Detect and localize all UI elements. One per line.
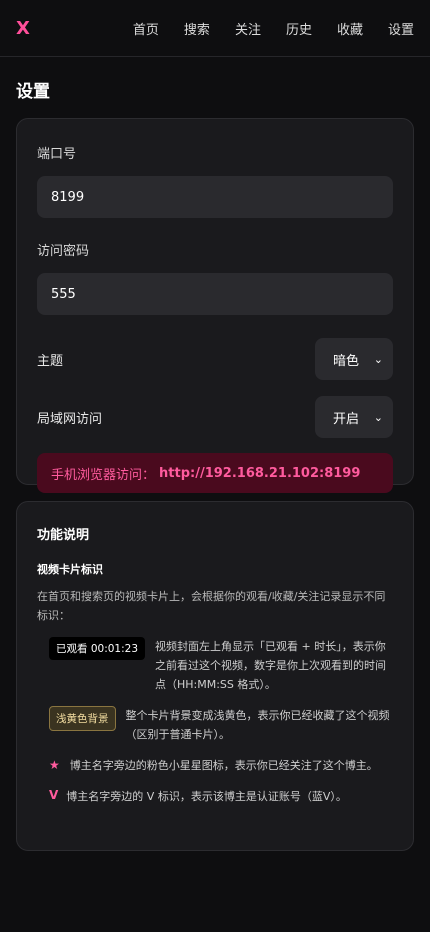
lan-url-prefix: 手机浏览器访问：: [51, 467, 156, 483]
lan-url-link[interactable]: http://192.168.21.102:8199: [159, 466, 360, 481]
star-icon: ★: [49, 758, 60, 772]
lan-label: 局域网访问: [37, 411, 103, 427]
help-item-watched: 已观看 00:01:23 视频封面左上角显示「已观看 + 时长」，表示你之前看过…: [37, 637, 393, 694]
app-logo[interactable]: X: [16, 18, 46, 39]
nav-history[interactable]: 历史: [286, 19, 312, 38]
favorite-badge: 浅黄色背景: [49, 706, 116, 731]
help-item-favorite: 浅黄色背景 整个卡片背景变成浅黄色，表示你已经收藏了这个视频（区别于普通卡片）。: [37, 706, 393, 744]
password-input[interactable]: 555: [37, 273, 393, 315]
page-title: 设置: [16, 82, 50, 102]
help-intro: 在首页和搜索页的视频卡片上，会根据你的观看/收藏/关注记录显示不同标识：: [37, 590, 386, 622]
nav-home[interactable]: 首页: [133, 19, 159, 38]
password-label: 访问密码: [37, 244, 90, 259]
lan-select-value: 开启: [333, 411, 360, 427]
nav-search[interactable]: 搜索: [184, 19, 210, 38]
chevron-down-icon: ⌄: [373, 352, 383, 366]
theme-row: 主题 暗色 ⌄: [37, 337, 393, 381]
watched-badge: 已观看 00:01:23: [49, 637, 145, 660]
help-card: 功能说明 视频卡片标识 在首页和搜索页的视频卡片上，会根据你的观看/收藏/关注记…: [16, 501, 414, 851]
help-item-text: 整个卡片背景变成浅黄色，表示你已经收藏了这个视频（区别于普通卡片）。: [125, 709, 390, 741]
help-section-title: 视频卡片标识: [37, 563, 103, 576]
settings-card: 端口号 8199 访问密码 555 主题 暗色 ⌄ 局域网访问 开启 ⌄ 手机浏…: [16, 118, 414, 493]
verified-v-icon: V: [49, 788, 59, 802]
chevron-down-icon: ⌄: [373, 410, 383, 424]
help-item-text: 博主名字旁边的粉色小星星图标，表示你已经关注了这个博主。: [69, 759, 378, 772]
lan-url-banner: 手机浏览器访问： http://192.168.21.102:8199: [37, 453, 393, 493]
help-item-follow: ★ 博主名字旁边的粉色小星星图标，表示你已经关注了这个博主。: [37, 756, 393, 775]
help-item-verified: V 博主名字旁边的 V 标识，表示该博主是认证账号（蓝V）。: [37, 787, 393, 806]
nav-favorites[interactable]: 收藏: [337, 19, 363, 38]
help-item-text: 视频封面左上角显示「已观看 + 时长」，表示你之前看过这个视频，数字是你上次观看…: [155, 640, 386, 691]
port-input[interactable]: 8199: [37, 176, 393, 218]
port-label: 端口号: [37, 147, 77, 162]
lan-select[interactable]: 开启 ⌄: [315, 396, 393, 438]
help-item-text: 博主名字旁边的 V 标识，表示该博主是认证账号（蓝V）。: [66, 790, 347, 803]
lan-row: 局域网访问 开启 ⌄: [37, 395, 393, 439]
theme-select-value: 暗色: [333, 353, 360, 369]
theme-label: 主题: [37, 353, 64, 369]
main-nav: 首页 搜索 关注 历史 收藏 设置: [133, 19, 414, 38]
nav-following[interactable]: 关注: [235, 19, 261, 38]
top-bar: X 首页 搜索 关注 历史 收藏 设置: [0, 0, 430, 57]
help-title: 功能说明: [37, 528, 90, 543]
nav-settings[interactable]: 设置: [388, 19, 414, 38]
theme-select[interactable]: 暗色 ⌄: [315, 338, 393, 380]
